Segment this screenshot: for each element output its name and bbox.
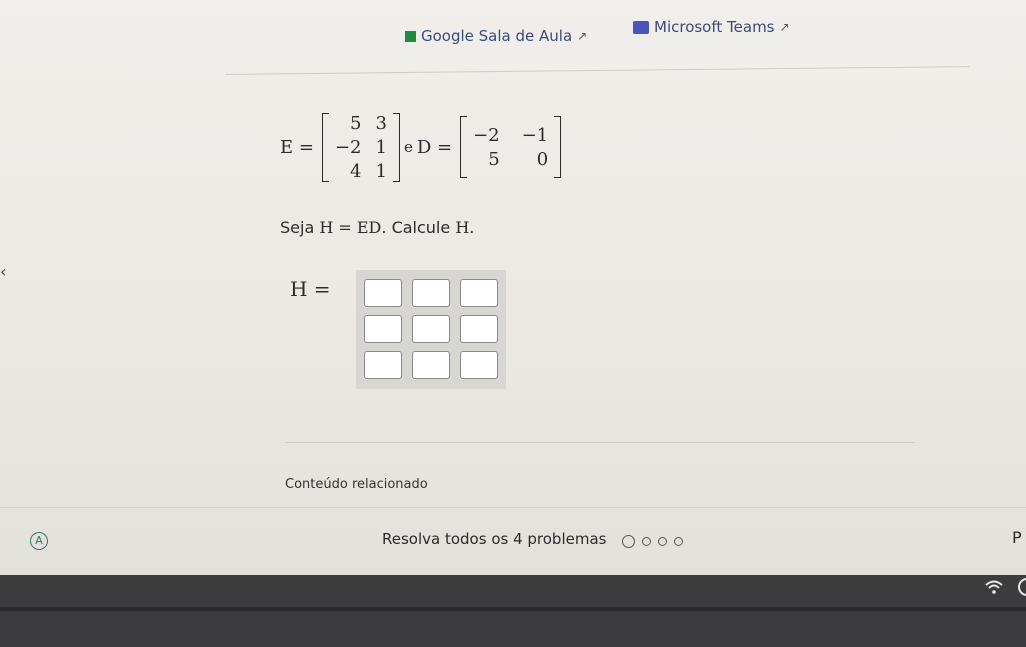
matrix-cell: 5 <box>350 112 362 134</box>
teams-icon <box>633 20 649 34</box>
google-classroom-label: Google Sala de Aula <box>421 27 573 45</box>
divider <box>285 442 915 443</box>
progress-dot <box>642 537 651 546</box>
e-label: E = <box>280 136 314 158</box>
matrix-d-grid: −2 −1 5 0 <box>473 116 548 178</box>
answer-matrix <box>356 270 506 389</box>
divider <box>225 66 970 75</box>
external-link-icon: ↗ <box>779 20 790 34</box>
matrix-d: −2 −1 5 0 <box>460 116 562 178</box>
matrix-cell: 5 <box>488 148 500 170</box>
answer-cell-1-3[interactable] <box>460 279 498 307</box>
bracket <box>321 112 329 182</box>
matrix-cell: 4 <box>350 160 362 182</box>
progress-dot <box>674 537 683 546</box>
matrix-cell: −2 <box>473 124 500 146</box>
matrix-cell: 0 <box>536 148 549 170</box>
question-end: H. <box>455 218 475 237</box>
matrix-e: 5 3 −2 1 4 1 <box>321 112 400 182</box>
google-classroom-link[interactable]: Google Sala de Aula ↗ <box>405 27 587 45</box>
matrix-cell: −2 <box>334 136 362 158</box>
matrix-e-grid: 5 3 −2 1 4 1 <box>335 113 387 182</box>
progress-dot <box>658 537 667 546</box>
chevron-left-icon[interactable]: ‹ <box>0 262 6 281</box>
edge-text: P <box>1012 528 1022 547</box>
bracket <box>392 112 400 182</box>
progress-dot <box>622 535 635 548</box>
answer-cell-2-1[interactable] <box>364 315 402 343</box>
microsoft-teams-link[interactable]: Microsoft Teams ↗ <box>633 18 790 36</box>
badge-icon: A <box>30 532 48 550</box>
question-math: H = ED <box>319 218 382 237</box>
answer-cell-3-3[interactable] <box>460 351 498 379</box>
answer-cell-3-1[interactable] <box>364 351 402 379</box>
bracket <box>460 116 468 178</box>
progress-dots <box>622 535 683 548</box>
answer-cell-3-2[interactable] <box>412 351 450 379</box>
d-label: D = <box>416 136 453 158</box>
microsoft-teams-label: Microsoft Teams <box>654 18 775 36</box>
matrix-cell: 1 <box>375 160 387 182</box>
answer-cell-2-3[interactable] <box>460 315 498 343</box>
related-content-title: Conteúdo relacionado <box>285 477 428 492</box>
matrix-cell: −1 <box>521 124 549 146</box>
taskbar <box>0 575 1026 647</box>
answer-cell-1-1[interactable] <box>364 279 402 307</box>
taskbar-strip <box>0 607 1026 611</box>
question-prefix: Seja <box>280 218 315 237</box>
answer-label: H = <box>290 277 331 301</box>
matrix-definitions: E = 5 3 −2 1 4 1 e D = −2 −1 5 0 <box>280 102 562 192</box>
question-suffix: . Calcule <box>381 218 451 237</box>
answer-cell-2-2[interactable] <box>412 315 450 343</box>
conjunction: e <box>403 138 413 156</box>
page: Google Sala de Aula ↗ Microsoft Teams ↗ … <box>0 0 1026 575</box>
question-text: Seja H = ED. Calcule H. <box>280 218 474 237</box>
wifi-icon[interactable] <box>985 578 1003 599</box>
footer-divider <box>0 507 1026 508</box>
bracket <box>554 116 562 178</box>
matrix-cell: 1 <box>375 136 387 158</box>
classroom-icon <box>405 30 416 42</box>
matrix-cell: 3 <box>375 112 387 134</box>
progress-status: Resolva todos os 4 problemas <box>382 530 607 548</box>
answer-cell-1-2[interactable] <box>412 279 450 307</box>
external-link-icon: ↗ <box>577 29 588 43</box>
